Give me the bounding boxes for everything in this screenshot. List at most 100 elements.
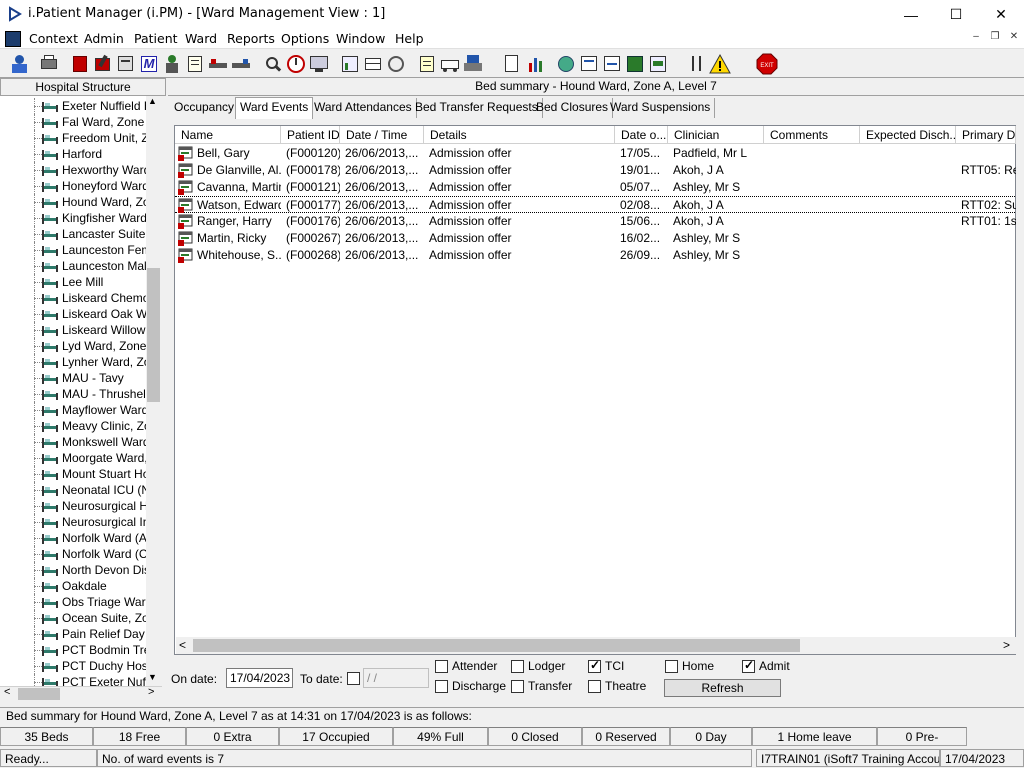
patient-search-icon[interactable] (9, 53, 31, 75)
cancel-search-icon[interactable] (262, 53, 284, 75)
tree-item[interactable]: Hound Ward, Zor (0, 194, 146, 210)
column-header-comments[interactable]: Comments (764, 126, 860, 144)
transfer-checkbox[interactable] (511, 680, 524, 693)
tree-item[interactable]: Launceston Male (0, 258, 146, 274)
table-row[interactable]: Martin, Ricky (F000267) 26/06/2013,... Admi… (175, 230, 1015, 247)
letters-icon[interactable] (362, 53, 384, 75)
tree-item[interactable]: Launceston Fema (0, 242, 146, 258)
tree-item[interactable]: Freedom Unit, Zo (0, 130, 146, 146)
form-icon[interactable] (115, 53, 137, 75)
tree-item[interactable]: Mount Stuart Hos (0, 466, 146, 482)
edit-record-icon[interactable] (92, 53, 114, 75)
column-header-patient-id[interactable]: Patient ID (281, 126, 340, 144)
scroll-down-arrow-icon[interactable]: ▼ (148, 672, 157, 682)
globe-icon[interactable] (555, 53, 577, 75)
grid-scroll-left-arrow-icon[interactable]: < (179, 638, 186, 652)
ambulance-icon[interactable] (439, 53, 461, 75)
refresh-button[interactable]: Refresh (664, 679, 781, 697)
ward-events-grid[interactable]: Name Patient ID Date / Time Details Date o..… (174, 125, 1016, 655)
tree-horizontal-scroll-thumb[interactable] (18, 688, 60, 700)
check-list-icon[interactable] (601, 53, 623, 75)
tab-ward-events[interactable]: Ward Events (235, 97, 314, 119)
minimize-button[interactable]: — (888, 0, 934, 29)
column-header-date-time[interactable]: Date / Time (340, 126, 424, 144)
menu-reports[interactable]: Reports (227, 31, 275, 46)
tab-occupancy[interactable]: Occupancy (170, 98, 240, 118)
tree-item[interactable]: PCT Exeter Nuffie (0, 674, 146, 686)
tree-item[interactable]: Lee Mill (0, 274, 146, 290)
tree-item[interactable]: Obs Triage Ward (0, 594, 146, 610)
tree-item[interactable]: Ocean Suite, Zor (0, 610, 146, 626)
tree-item[interactable]: North Devon Dist (0, 562, 146, 578)
nurse-icon[interactable] (161, 53, 183, 75)
menu-help[interactable]: Help (395, 31, 424, 46)
mdi-close-button[interactable]: ✕ (1006, 31, 1022, 45)
discharge-checkbox[interactable] (435, 680, 448, 693)
tree-item[interactable]: Neurosurgical Inte (0, 514, 146, 530)
blank-document-icon[interactable] (500, 53, 522, 75)
chart-view-icon[interactable] (339, 53, 361, 75)
menu-admin[interactable]: Admin (84, 31, 124, 46)
scroll-left-arrow-icon[interactable]: < (4, 686, 10, 698)
tree-item[interactable]: PCT Bodmin Trea (0, 642, 146, 658)
menu-window[interactable]: Window (336, 31, 385, 46)
menu-context[interactable]: Context (29, 31, 78, 46)
tree-item[interactable]: Mayflower Ward, (0, 402, 146, 418)
column-header-details[interactable]: Details (424, 126, 615, 144)
column-header-date-of[interactable]: Date o... (615, 126, 668, 144)
tree-item[interactable]: Exeter Nuffield H (0, 98, 146, 114)
tree-item[interactable]: Pain Relief Day C (0, 626, 146, 642)
tab-ward-attendances[interactable]: Ward Attendances (310, 98, 417, 118)
list-icon[interactable] (416, 53, 438, 75)
red-book-icon[interactable] (69, 53, 91, 75)
menu-patient[interactable]: Patient (134, 31, 178, 46)
theatre-checkbox[interactable] (588, 680, 601, 693)
tree-item[interactable]: Monkswell Ward, (0, 434, 146, 450)
discharge-bed-icon[interactable] (230, 53, 252, 75)
mdi-minimize-button[interactable]: – (968, 31, 984, 45)
table-row[interactable]: Bell, Gary (F000120) 26/06/2013,... Admissi… (175, 145, 1015, 162)
scroll-up-arrow-icon[interactable]: ▲ (148, 96, 157, 106)
tree-item[interactable]: Neurosurgical Hig (0, 498, 146, 514)
lodger-checkbox[interactable] (511, 660, 524, 673)
admit-checkbox[interactable] (742, 658, 755, 673)
bar-chart-icon[interactable] (525, 53, 547, 75)
tree-item[interactable]: Neonatal ICU (NN (0, 482, 146, 498)
attender-checkbox[interactable] (435, 660, 448, 673)
column-header-name[interactable]: Name (175, 126, 281, 144)
tree-item[interactable]: MAU - Tavy (0, 370, 146, 386)
tree-item[interactable]: Lyd Ward, Zone I (0, 338, 146, 354)
tab-bed-transfer-requests[interactable]: Bed Transfer Requests (411, 98, 543, 118)
tree-item[interactable]: MAU - Thrushel (0, 386, 146, 402)
tree-item[interactable]: Liskeard Willow V (0, 322, 146, 338)
tree-item[interactable]: PCT Duchy Hosp (0, 658, 146, 674)
tick-list-icon[interactable] (578, 53, 600, 75)
notes-icon[interactable] (184, 53, 206, 75)
close-button[interactable]: ✕ (978, 0, 1024, 29)
transfer-list-icon[interactable] (647, 53, 669, 75)
scroll-right-arrow-icon[interactable]: > (148, 686, 154, 698)
warning-icon[interactable] (709, 53, 731, 75)
mdi-restore-button[interactable]: ❐ (987, 31, 1003, 45)
tree-item[interactable]: Kingfisher Ward (0, 210, 146, 226)
table-row[interactable]: De Glanville, Al... (F000178) 26/06/2013,.… (175, 162, 1016, 179)
grid-horizontal-scroll-thumb[interactable] (193, 639, 800, 652)
tree-item[interactable]: Lynher Ward, Zor (0, 354, 146, 370)
admit-bed-icon[interactable] (207, 53, 229, 75)
tree-item[interactable]: Moorgate Ward, Z (0, 450, 146, 466)
menu-ward[interactable]: Ward (185, 31, 217, 46)
tree-item[interactable]: Lancaster Suite, Z (0, 226, 146, 242)
transport-icon[interactable] (462, 53, 484, 75)
tree-item[interactable]: Norfolk Ward (Ad (0, 530, 146, 546)
table-row[interactable]: Ranger, Harry (F000176) 26/06/2013,... Admi… (175, 213, 1016, 230)
column-header-expected-discharge[interactable]: Expected Disch... (860, 126, 956, 144)
tree-item[interactable]: Norfolk Ward (Co (0, 546, 146, 562)
to-date-field[interactable]: / / (363, 668, 429, 688)
tree-item[interactable]: Hexworthy Ward, (0, 162, 146, 178)
appointment-icon[interactable] (385, 53, 407, 75)
tree-item[interactable]: Meavy Clinic, Zor (0, 418, 146, 434)
m-icon[interactable]: M (138, 53, 160, 75)
tab-bed-closures[interactable]: Bed Closures (532, 98, 614, 118)
swap-arrows-icon[interactable] (686, 53, 708, 75)
tree-item[interactable]: Liskeard Chemo D (0, 290, 146, 306)
